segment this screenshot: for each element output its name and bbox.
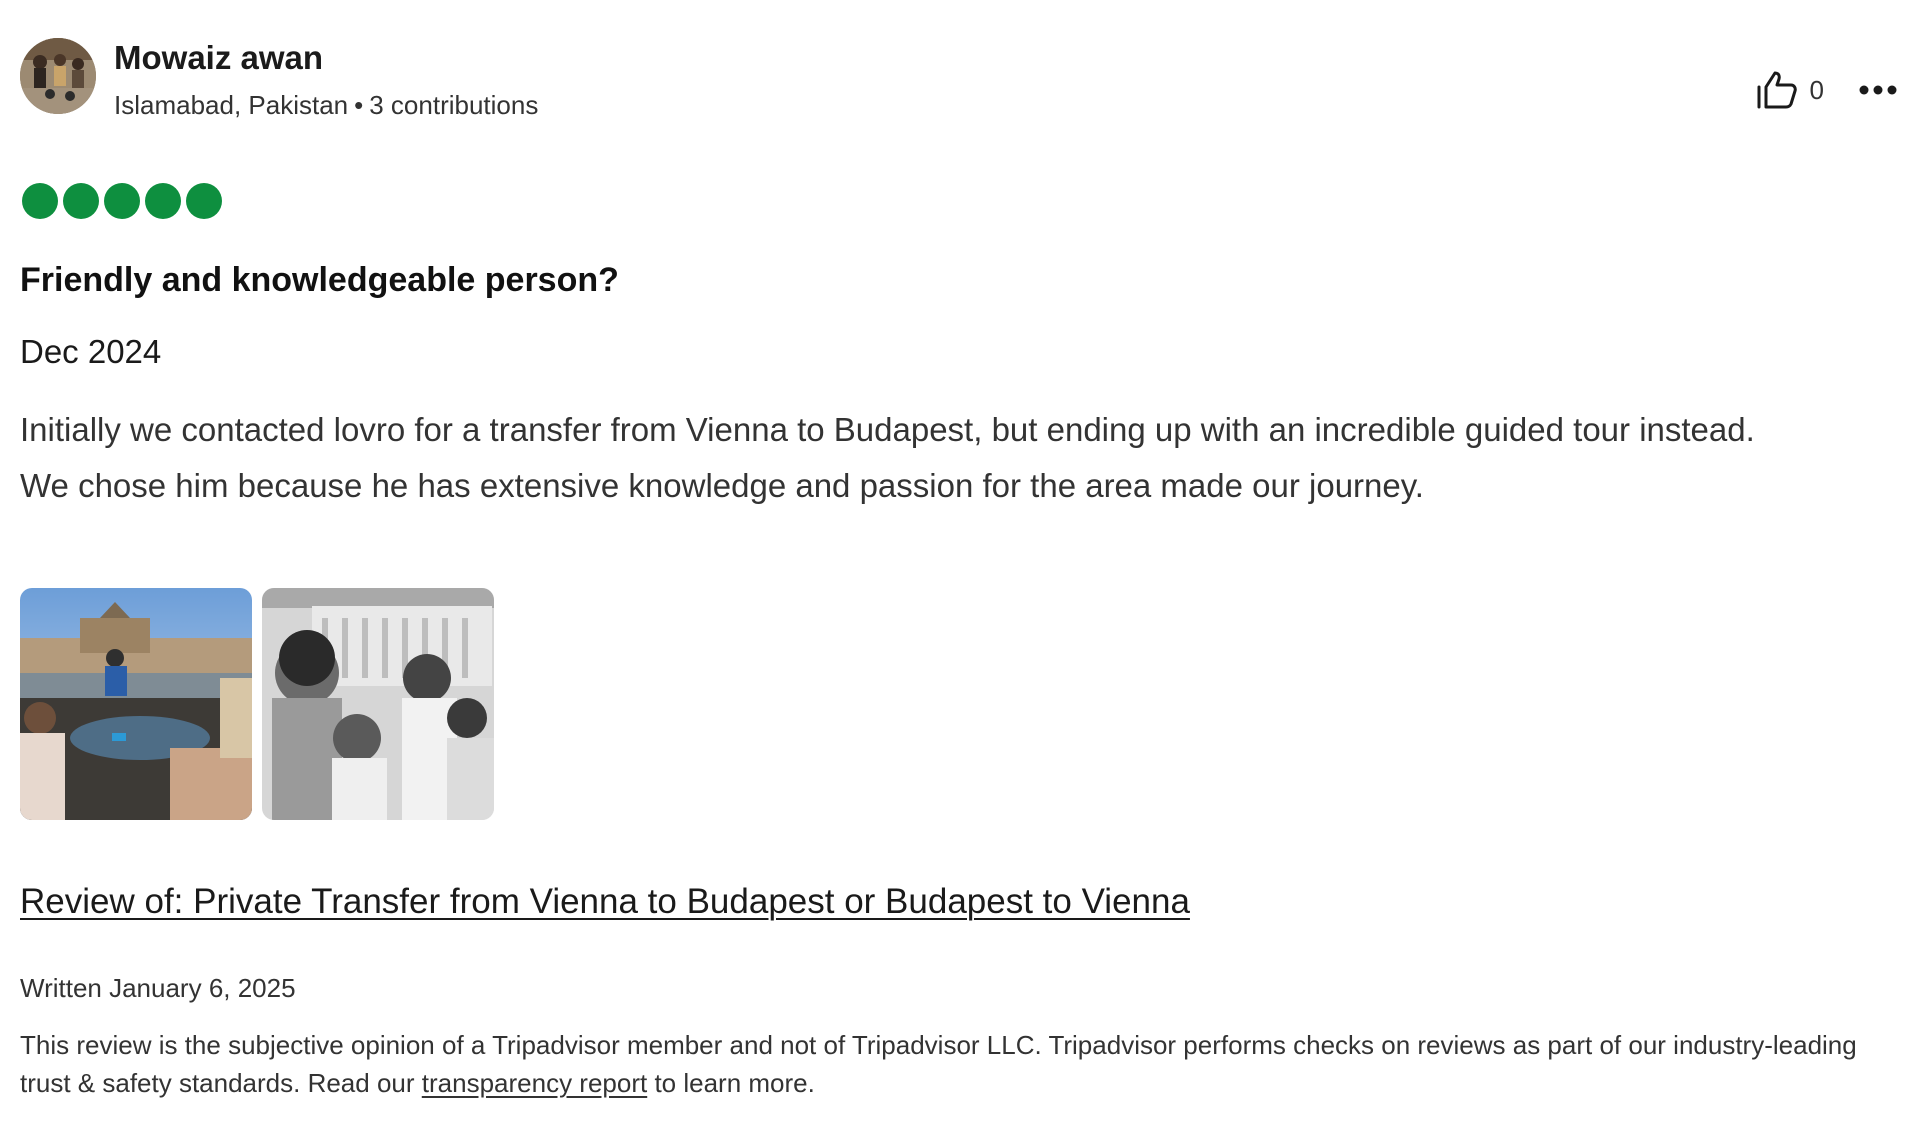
rating-bubbles [22, 183, 227, 219]
more-options-button[interactable] [1858, 84, 1898, 96]
rating-bubble-icon [104, 183, 140, 219]
thumbs-up-icon [1757, 71, 1797, 109]
user-contributions: 3 contributions [369, 90, 539, 120]
user-info: Mowaiz awan Islamabad, Pakistan • 3 contri… [114, 38, 538, 122]
review-body-paragraph-1: Initially we contacted lovro for a trans… [20, 411, 1755, 448]
review-header: Mowaiz awan Islamabad, Pakistan • 3 contri… [20, 38, 538, 122]
review-disclaimer: This review is the subjective opinion of… [20, 1026, 1900, 1102]
review-body: Initially we contacted lovro for a trans… [20, 402, 1910, 514]
photo-thumbnail-boat-budapest [20, 588, 252, 820]
review-photos [20, 588, 504, 820]
disclaimer-text-after: to learn more. [647, 1068, 815, 1098]
user-meta: Islamabad, Pakistan • 3 contributions [114, 88, 538, 122]
disclaimer-text-before: This review is the subjective opinion of… [20, 1030, 1857, 1098]
review-actions: 0 [1756, 70, 1898, 110]
rating-bubble-icon [22, 183, 58, 219]
review-of-link[interactable]: Review of: Private Transfer from Vienna … [20, 880, 1190, 924]
rating-bubble-icon [186, 183, 222, 219]
review-title: Friendly and knowledgeable person? [20, 261, 619, 299]
user-avatar[interactable] [20, 38, 96, 114]
more-options-icon [1859, 85, 1897, 95]
written-date: Written January 6, 2025 [20, 973, 296, 1003]
transparency-report-link[interactable]: transparency report [422, 1068, 647, 1098]
user-name[interactable]: Mowaiz awan [114, 38, 538, 78]
user-location: Islamabad, Pakistan [114, 90, 349, 120]
date-of-experience: Dec 2024 [20, 333, 162, 370]
photo-thumbnail-2[interactable] [262, 588, 494, 820]
rating-bubble-icon [63, 183, 99, 219]
photo-thumbnail-family-selfie [262, 588, 494, 820]
review-body-paragraph-2: We chose him because he has extensive kn… [20, 467, 1424, 504]
meta-separator: • [354, 90, 364, 120]
photo-thumbnail-1[interactable] [20, 588, 252, 820]
avatar-image [20, 38, 96, 114]
rating-bubble-icon [145, 183, 181, 219]
helpful-vote-button[interactable]: 0 [1756, 70, 1858, 110]
helpful-count: 0 [1809, 74, 1824, 105]
review-card: Mowaiz awan Islamabad, Pakistan • 3 contri… [0, 0, 1920, 1140]
